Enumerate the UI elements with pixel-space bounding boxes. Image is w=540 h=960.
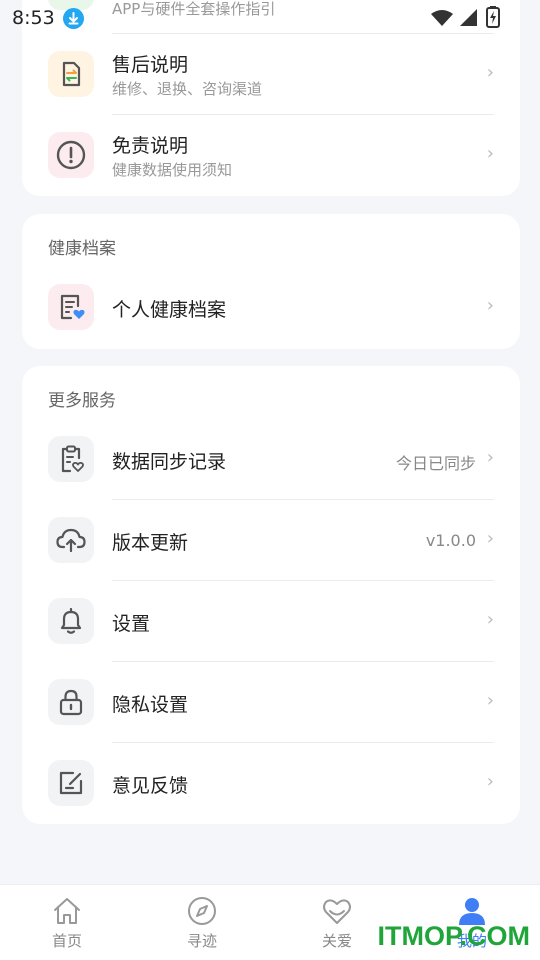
exclamation-icon (48, 132, 94, 178)
bell-icon (48, 598, 94, 644)
exchange-doc-icon (48, 51, 94, 97)
after-sales-subtitle: 维修、退换、咨询渠道 (112, 80, 263, 98)
health-row-record[interactable]: 个人健康档案 › (22, 267, 520, 348)
lock-icon (48, 679, 94, 725)
settings-title: 设置 (112, 613, 151, 635)
download-icon (63, 8, 84, 29)
support-row-disclaimer[interactable]: 免责说明 健康数据使用须知 › (22, 115, 520, 196)
clipboard-heart-icon (48, 436, 94, 482)
chevron-right-icon: › (486, 62, 494, 83)
chevron-right-icon: › (486, 447, 494, 468)
tab-trace[interactable]: 寻迹 (162, 895, 242, 951)
disclaimer-subtitle: 健康数据使用须知 (112, 161, 233, 179)
chevron-right-icon: › (486, 143, 494, 164)
wifi-icon (431, 10, 453, 26)
chevron-right-icon: › (486, 771, 494, 792)
heart-icon (323, 899, 351, 924)
watermark-logo: ITMOP.COM (377, 921, 530, 951)
tab-trace-label: 寻迹 (186, 932, 217, 950)
sync-status: 今日已同步 (395, 454, 476, 473)
cloud-upload-icon (48, 517, 94, 563)
feedback-title: 意见反馈 (112, 775, 189, 797)
chevron-right-icon: › (486, 690, 494, 711)
services-row-sync[interactable]: 数据同步记录 今日已同步 › (22, 419, 520, 500)
version-value: v1.0.0 (425, 531, 476, 550)
services-section-title: 更多服务 (48, 391, 116, 411)
services-card: 更多服务 数据同步记录 今日已同步 › 版本更新 v1.0.0 › 设置 › 隐… (22, 366, 520, 824)
status-time: 8:53 (12, 7, 55, 29)
after-sales-title: 售后说明 (112, 54, 189, 76)
tab-home-label: 首页 (51, 932, 82, 950)
status-bar: 8:53 (0, 0, 540, 36)
chevron-right-icon: › (486, 528, 494, 549)
home-icon (54, 898, 80, 924)
services-row-update[interactable]: 版本更新 v1.0.0 › (22, 500, 520, 581)
services-row-settings[interactable]: 设置 › (22, 581, 520, 662)
health-card: 健康档案 个人健康档案 › (22, 214, 520, 349)
chevron-right-icon: › (486, 295, 494, 316)
privacy-title: 隐私设置 (112, 694, 189, 716)
services-row-feedback[interactable]: 意见反馈 › (22, 743, 520, 824)
tab-care-label: 关爱 (321, 932, 352, 950)
compass-icon (188, 897, 216, 925)
health-record-title: 个人健康档案 (112, 299, 227, 321)
sync-title: 数据同步记录 (112, 451, 227, 473)
chevron-right-icon: › (486, 609, 494, 630)
health-record-icon (48, 284, 94, 330)
tab-home[interactable]: 首页 (27, 895, 107, 951)
support-row-after-sales[interactable]: 售后说明 维修、退换、咨询渠道 › (22, 34, 520, 115)
signal-icon (460, 9, 477, 26)
services-row-privacy[interactable]: 隐私设置 › (22, 662, 520, 743)
battery-icon (486, 6, 500, 28)
health-section-title: 健康档案 (48, 239, 116, 259)
tab-care[interactable]: 关爱 (297, 895, 377, 951)
feedback-edit-icon (48, 760, 94, 806)
disclaimer-title: 免责说明 (112, 135, 189, 157)
update-title: 版本更新 (112, 532, 189, 554)
